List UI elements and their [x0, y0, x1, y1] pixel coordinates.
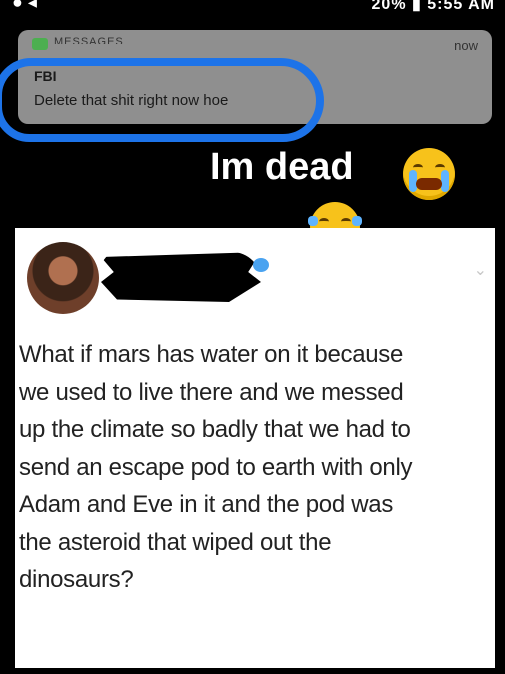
notification-time: now	[454, 38, 478, 53]
tweet-line: Adam and Eve in it and the pod was	[19, 491, 394, 518]
blue-circle-annotation	[0, 58, 324, 142]
chevron-down-icon[interactable]: ⌄	[474, 260, 487, 280]
verified-badge-icon	[253, 258, 269, 272]
tweet-line: send an escape pod to earth with only	[19, 453, 413, 481]
redacted-username-scribble	[101, 252, 261, 302]
status-icons: ● ◂	[12, 0, 37, 12]
avatar[interactable]	[27, 242, 99, 314]
tweet-line: dinosaurs?	[19, 566, 134, 593]
status-bar: ● ◂ 20% ▮ 5:55 AM	[0, 0, 505, 24]
status-time: 20% ▮ 5:55 AM	[371, 0, 495, 13]
tweet-line: the asteroid that wiped out the	[19, 528, 332, 556]
caption-text: Im dead	[210, 146, 354, 188]
tweet-line: up the climate so badly that we had to	[19, 416, 411, 443]
tweet-line: What if mars has water on it because	[19, 341, 404, 368]
tweet-card: ⌄ What if mars has water on it because w…	[15, 228, 495, 668]
loudly-crying-face-icon	[403, 148, 455, 200]
messages-app-icon	[32, 38, 48, 50]
notification-app-name: MESSAGES	[54, 36, 124, 44]
tweet-line: we used to live there and we messed	[19, 378, 404, 406]
tweet-text: What if mars has water on it because we …	[19, 336, 493, 599]
